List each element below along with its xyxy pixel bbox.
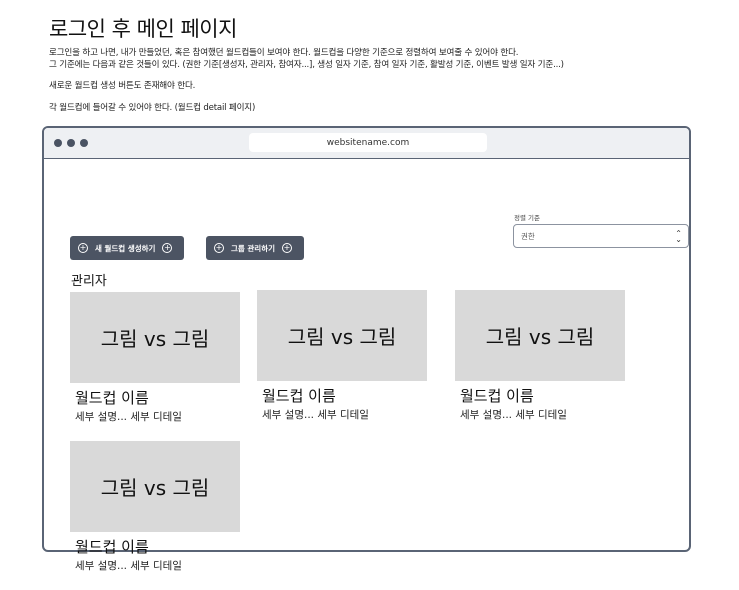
browser-titlebar: websitename.com (44, 128, 689, 159)
worldcup-thumbnail[interactable]: 그림 vs 그림 (70, 292, 240, 383)
window-control-dot[interactable] (54, 139, 62, 147)
sort-select-value: 권한 (521, 231, 535, 241)
description-line: 그 기준에는 다음과 같은 것들이 있다. (권한 기준[생성자, 관리자, 참… (49, 60, 564, 70)
worldcup-name: 월드컵 이름 (75, 538, 149, 556)
window-control-dot[interactable] (80, 139, 88, 147)
worldcup-name: 월드컵 이름 (262, 387, 336, 405)
worldcup-description: 세부 설명... 세부 디테일 (75, 411, 182, 423)
chevron-up-down-icon: ⌃ ⌄ (675, 229, 682, 244)
description-line: 새로운 월드컵 생성 버튼도 존재해야 한다. (49, 81, 196, 91)
worldcup-thumbnail[interactable]: 그림 vs 그림 (455, 290, 625, 381)
worldcup-card[interactable]: 그림 vs 그림 월드컵 이름 세부 설명... 세부 디테일 (70, 292, 240, 424)
worldcup-name: 월드컵 이름 (75, 389, 149, 407)
page-title: 로그인 후 메인 페이지 (49, 17, 237, 41)
create-worldcup-button[interactable]: + 새 월드컵 생성하기 + (70, 236, 184, 260)
worldcup-description: 세부 설명... 세부 디테일 (262, 409, 369, 421)
worldcup-card[interactable]: 그림 vs 그림 월드컵 이름 세부 설명... 세부 디테일 (455, 290, 625, 422)
plus-circle-icon: + (162, 243, 173, 253)
create-worldcup-label: 새 월드컵 생성하기 (95, 243, 156, 253)
address-bar[interactable]: websitename.com (249, 133, 487, 152)
plus-circle-icon: + (78, 243, 88, 253)
browser-window: websitename.com 정렬 기준 권한 ⌃ ⌄ + 새 월드컵 생성하기… (42, 126, 691, 552)
sort-label: 정렬 기준 (514, 214, 540, 222)
manage-group-label: 그룹 관리하기 (231, 243, 276, 253)
worldcup-description: 세부 설명... 세부 디테일 (460, 409, 567, 421)
worldcup-card-caption: 월드컵 이름 세부 설명... 세부 디테일 (70, 532, 270, 573)
plus-circle-icon: + (282, 243, 293, 253)
worldcup-description: 세부 설명... 세부 디테일 (75, 560, 182, 572)
worldcup-card[interactable]: 그림 vs 그림 (70, 441, 240, 532)
worldcup-name: 월드컵 이름 (460, 387, 534, 405)
sort-select[interactable]: 권한 ⌃ ⌄ (513, 224, 689, 248)
worldcup-thumbnail[interactable]: 그림 vs 그림 (70, 441, 240, 532)
description-line: 로그인을 하고 나면, 내가 만들었던, 혹은 참여했던 월드컵들이 보여야 한… (49, 48, 519, 58)
worldcup-card[interactable]: 그림 vs 그림 월드컵 이름 세부 설명... 세부 디테일 (257, 290, 427, 422)
plus-circle-icon: + (214, 243, 224, 253)
section-title-admin: 관리자 (71, 274, 107, 289)
worldcup-thumbnail[interactable]: 그림 vs 그림 (257, 290, 427, 381)
window-control-dot[interactable] (67, 139, 75, 147)
description-line: 각 월드컵에 들어갈 수 있어야 한다. (월드컵 detail 페이지) (49, 103, 256, 113)
manage-group-button[interactable]: + 그룹 관리하기 + (206, 236, 304, 260)
